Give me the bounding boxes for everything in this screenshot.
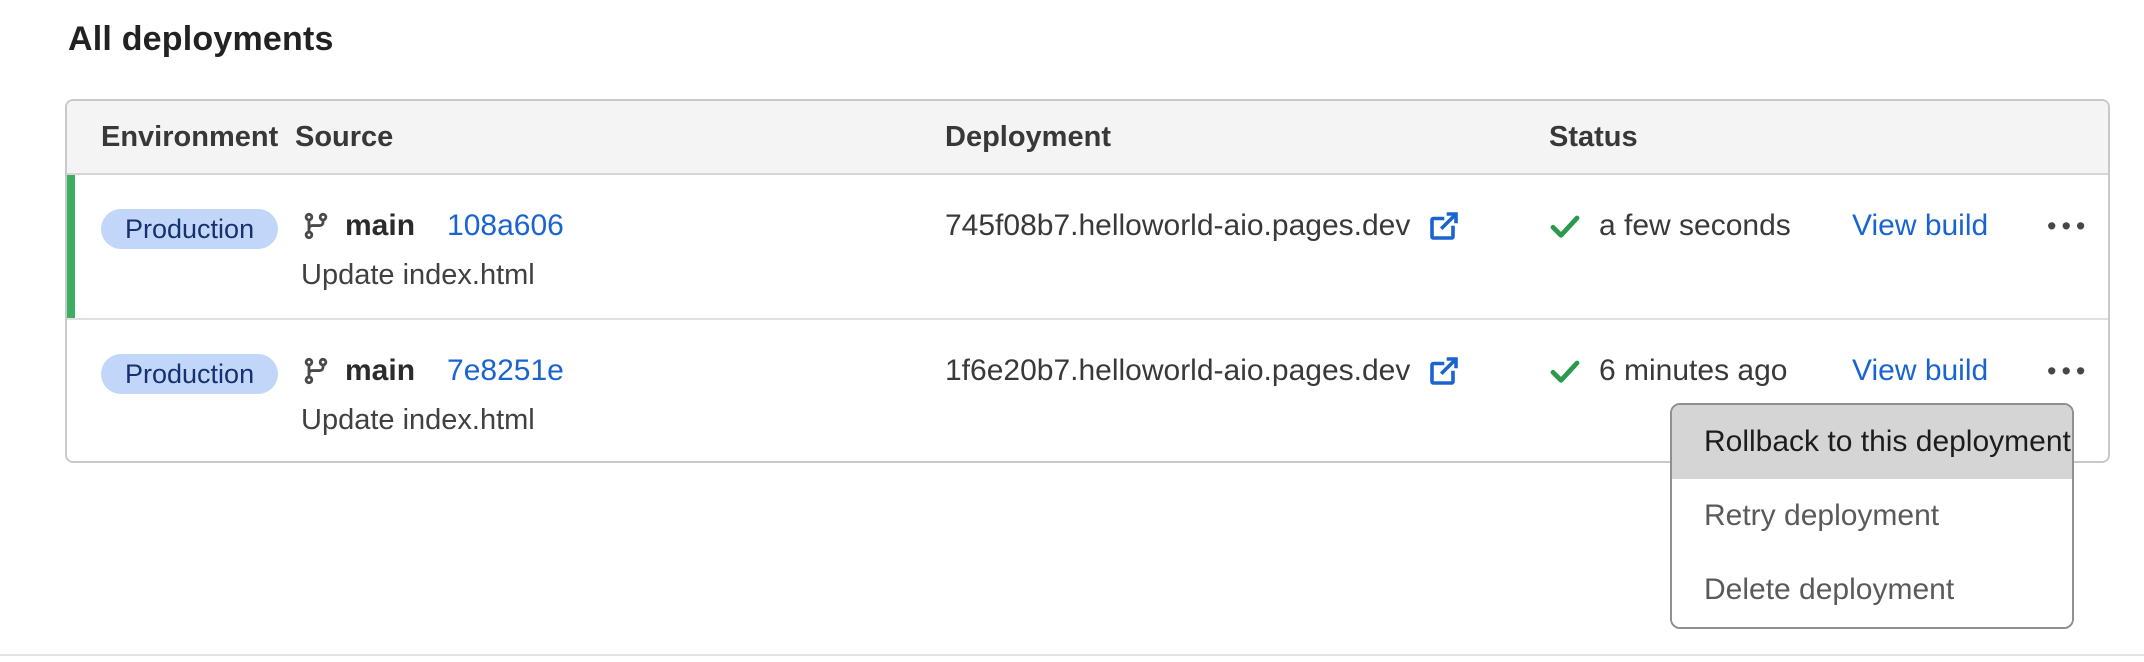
- check-icon: [1549, 355, 1581, 387]
- environment-badge: Production: [101, 354, 278, 394]
- deployment-url: 1f6e20b7.helloworld-aio.pages.dev: [945, 354, 1410, 388]
- external-link-icon[interactable]: [1426, 353, 1462, 389]
- branch-name: main: [345, 354, 415, 388]
- deployment-age: a few seconds: [1599, 209, 1791, 243]
- column-header-environment: Environment: [101, 121, 295, 154]
- menu-item-retry[interactable]: Retry deployment: [1672, 479, 2072, 553]
- page-bottom-divider: [0, 654, 2144, 656]
- commit-link[interactable]: 7e8251e: [447, 354, 564, 388]
- column-header-deployment: Deployment: [945, 121, 1549, 154]
- menu-item-rollback[interactable]: Rollback to this deployment: [1672, 405, 2072, 479]
- commit-message: Update index.html: [301, 259, 945, 291]
- check-icon: [1549, 210, 1581, 242]
- row-actions-menu-button[interactable]: •••: [2047, 350, 2090, 392]
- view-build-link[interactable]: View build: [1852, 354, 1988, 388]
- row-actions-menu-button[interactable]: •••: [2047, 205, 2090, 247]
- column-header-source: Source: [295, 121, 945, 154]
- table-row: Production main 108a606 Update index.htm…: [67, 175, 2108, 320]
- deployment-actions-menu: Rollback to this deployment Retry deploy…: [1670, 403, 2074, 629]
- branch-name: main: [345, 209, 415, 243]
- external-link-icon[interactable]: [1426, 208, 1462, 244]
- commit-link[interactable]: 108a606: [447, 209, 564, 243]
- deployment-age: 6 minutes ago: [1599, 354, 1787, 388]
- column-header-status: Status: [1549, 121, 1852, 154]
- git-branch-icon: [301, 211, 331, 241]
- page-title: All deployments: [68, 20, 334, 59]
- git-branch-icon: [301, 356, 331, 386]
- environment-badge: Production: [101, 209, 278, 249]
- current-deployment-indicator: [67, 175, 75, 318]
- table-header-row: Environment Source Deployment Status: [67, 101, 2108, 175]
- menu-item-delete[interactable]: Delete deployment: [1672, 553, 2072, 627]
- view-build-link[interactable]: View build: [1852, 209, 1988, 243]
- deployment-url: 745f08b7.helloworld-aio.pages.dev: [945, 209, 1410, 243]
- commit-message: Update index.html: [301, 404, 945, 436]
